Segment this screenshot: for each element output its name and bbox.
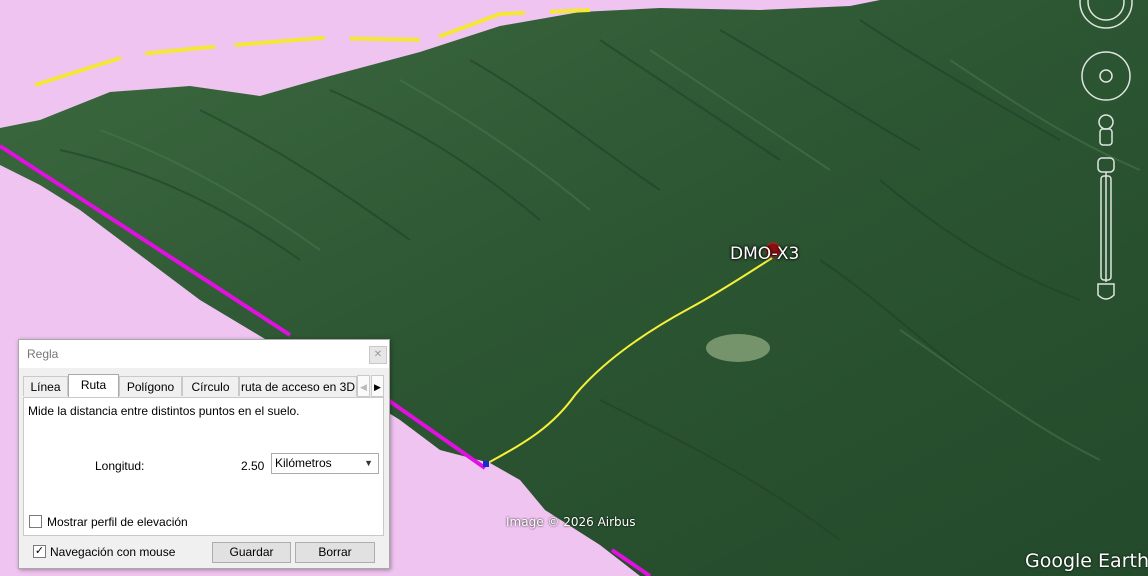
imagery-copyright: Image © 2026 Airbus [506, 515, 636, 529]
save-button[interactable]: Guardar [212, 542, 291, 563]
dialog-titlebar[interactable]: Regla ✕ [19, 340, 389, 368]
look-center-icon [1099, 69, 1113, 83]
zoom-out-icon[interactable] [1097, 283, 1115, 300]
look-joystick-icon[interactable] [1081, 51, 1131, 101]
tab-ruta-3d[interactable]: ruta de acceso en 3D [239, 376, 357, 396]
tab-panel-ruta: Mide la distancia entre distintos puntos… [23, 397, 384, 536]
google-earth-logo: Google Earth [1025, 550, 1148, 572]
chevron-right-icon[interactable]: ▶ [371, 375, 384, 397]
chevron-left-icon[interactable]: ◀ [357, 375, 370, 397]
elevation-profile-label[interactable]: Mostrar perfil de elevación [47, 515, 188, 529]
tab-linea[interactable]: Línea [23, 376, 68, 396]
clear-button[interactable]: Borrar [295, 542, 375, 563]
length-value: 2.50 [241, 459, 265, 473]
tab-poligono[interactable]: Polígono [119, 376, 182, 396]
length-label: Longitud: [95, 459, 145, 473]
tab-bar: Línea Ruta Polígono Círculo ruta de acce… [23, 374, 387, 398]
elevation-profile-checkbox[interactable] [29, 515, 42, 528]
zoom-in-icon[interactable] [1097, 157, 1115, 173]
unit-dropdown-value: Kilómetros [275, 456, 332, 470]
chevron-down-icon: ▼ [364, 458, 373, 468]
mouse-navigation-checkbox[interactable]: ✓ [33, 545, 46, 558]
street-view-body-icon [1099, 128, 1113, 146]
close-icon[interactable]: ✕ [369, 346, 387, 364]
unit-dropdown[interactable]: Kilómetros ▼ [271, 453, 379, 474]
navigation-controls[interactable] [1076, 0, 1148, 310]
tab-circulo[interactable]: Círculo [182, 376, 239, 396]
tab-ruta[interactable]: Ruta [68, 374, 119, 397]
mouse-navigation-label[interactable]: Navegación con mouse [50, 545, 175, 559]
path-start-handle[interactable] [483, 461, 489, 467]
clearing [706, 334, 770, 362]
ruler-dialog: Regla ✕ Línea Ruta Polígono Círculo ruta… [18, 339, 390, 569]
placemark-label[interactable]: DMO-X3 [730, 244, 799, 264]
street-view-icon[interactable] [1098, 114, 1114, 130]
compass-inner-icon[interactable] [1087, 0, 1125, 21]
tab-description: Mide la distancia entre distintos puntos… [28, 404, 300, 418]
dialog-title: Regla [27, 347, 59, 361]
